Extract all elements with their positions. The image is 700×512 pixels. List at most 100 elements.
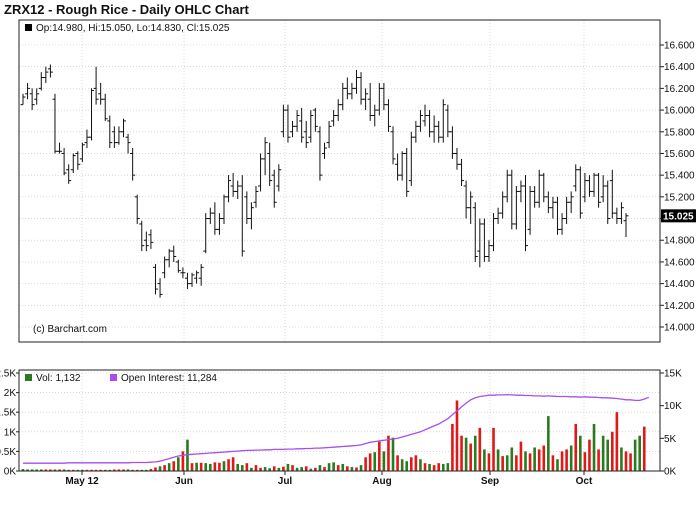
volume-bar (624, 451, 628, 471)
volume-bar (368, 453, 372, 471)
volume-bar (547, 416, 550, 471)
volume-bar (565, 449, 568, 471)
volume-bar (409, 457, 413, 471)
volume-bar (304, 466, 308, 471)
volume-bar (556, 459, 559, 471)
price-tick-label: 16.600 (664, 41, 695, 52)
volume-bar (437, 463, 441, 471)
volume-bar (519, 441, 523, 471)
volume-bar (405, 461, 409, 471)
price-tick-label: 15.200 (664, 192, 695, 203)
month-label: Jul (278, 476, 293, 487)
volume-bar (282, 466, 285, 471)
volume-bar (382, 451, 386, 471)
volume-bar (414, 455, 418, 471)
price-tick-label: 15.800 (664, 127, 695, 138)
oi-legend: Open Interest: 11,284 (121, 373, 217, 384)
volume-bar (158, 466, 162, 471)
price-tick-label: 14.600 (664, 257, 695, 268)
volume-bar (579, 435, 582, 471)
volume-bar (501, 456, 504, 471)
volume-bar (350, 467, 354, 471)
volume-bar (505, 455, 509, 471)
chart-title: ZRX12 - Rough Rice - Daily OHLC Chart (4, 2, 250, 17)
volume-bar (300, 467, 303, 471)
volume-tick-label: 0.5K (0, 447, 16, 458)
volume-tick-label: 1K (4, 427, 17, 438)
price-tick-label: 14.200 (664, 301, 695, 312)
volume-bar (473, 435, 477, 471)
oi-legend-swatch (110, 374, 117, 381)
volume-bar (542, 445, 546, 471)
volume-bar (428, 463, 431, 471)
price-tick-label: 15.600 (664, 149, 695, 160)
volume-bar (629, 453, 632, 471)
volume-bar (606, 439, 610, 471)
volume-bar (359, 465, 363, 471)
volume-bar (222, 461, 226, 471)
volume-bar (218, 462, 221, 471)
ohlc-chart: ZRX12 - Rough Rice - Daily OHLC Chart Op… (0, 0, 700, 512)
vol-legend: Vol: 1,132 (36, 373, 81, 384)
volume-tick-label: 2K (4, 388, 17, 399)
volume-bar (496, 449, 500, 471)
volume-bar (464, 437, 468, 471)
volume-bar (378, 441, 381, 471)
volume-bar (469, 443, 472, 471)
volume-bar (387, 435, 390, 471)
volume-bar (460, 435, 463, 471)
volume-bar (638, 435, 642, 471)
volume-bar (208, 463, 212, 471)
price-tick-label: 16.000 (664, 106, 695, 117)
volume-bar (537, 449, 541, 471)
volume-bar (286, 463, 290, 471)
volume-bar (332, 462, 335, 471)
month-label: May 12 (65, 476, 99, 487)
volume-bar (177, 457, 180, 471)
volume-bar (528, 453, 532, 471)
volume-bar (245, 463, 249, 471)
last-price-text: 15.025 (663, 211, 694, 222)
volume-bar (236, 463, 240, 471)
volume-bar (423, 463, 427, 471)
copyright: (c) Barchart.com (33, 324, 107, 335)
volume-bar (213, 462, 217, 471)
volume-bar (515, 455, 518, 471)
volume-bar (396, 455, 399, 471)
price-tick-label: 14.000 (664, 323, 695, 334)
volume-bar (524, 451, 527, 471)
price-tick-label: 14.400 (664, 279, 695, 290)
price-tick-label: 16.200 (664, 84, 695, 95)
volume-bar (483, 449, 486, 471)
volume-bar (620, 447, 623, 471)
volume-bar (240, 465, 244, 471)
volume-bar (597, 449, 600, 471)
volume-bar (341, 463, 345, 471)
volume-bar (355, 467, 358, 471)
volume-bar (633, 439, 637, 471)
volume-bar (231, 457, 235, 471)
volume-bar (327, 463, 331, 471)
volume-tick-label: 2.5K (0, 369, 16, 380)
volume-bar (574, 423, 578, 471)
volume-bar (451, 423, 454, 471)
volume-bar (487, 453, 491, 471)
volume-bar (254, 465, 258, 471)
volume-bar (533, 447, 536, 471)
volume-bar (318, 465, 322, 471)
volume-bar (167, 463, 171, 471)
volume-bar (510, 447, 514, 471)
volume-bar (163, 465, 166, 471)
volume-bar (551, 455, 555, 471)
volume-bar (560, 451, 564, 471)
volume-bar (364, 457, 367, 471)
last-price-label: 15.025 (661, 209, 696, 223)
month-label: Aug (372, 476, 391, 487)
volume-bar (190, 463, 194, 471)
volume-bar (446, 463, 450, 471)
volume-bar (441, 463, 445, 471)
oi-tick-label: 5K (664, 434, 677, 445)
volume-bar (291, 465, 294, 471)
volume-bar (263, 467, 267, 471)
volume-bar (227, 459, 230, 471)
